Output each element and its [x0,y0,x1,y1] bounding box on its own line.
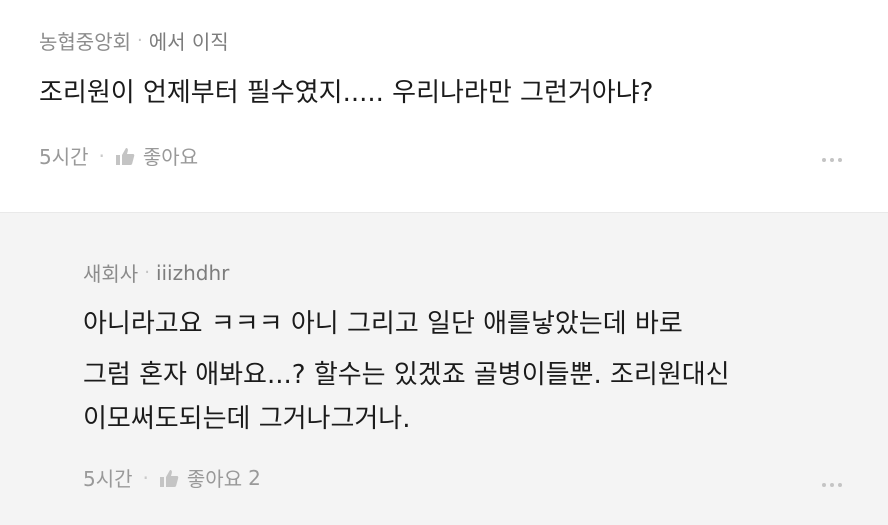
comment-card: 농협중앙회 · 에서 이직 조리원이 언제부터 필수였지..... 우리나라만 … [0,0,888,213]
reply-handle[interactable]: iiizhdhr [156,261,229,285]
reply-meta: 새회사 · iiizhdhr [83,258,229,287]
reply-time: 5시간 [83,467,133,491]
comment-author[interactable]: 농협중앙회 [39,26,131,55]
thumbs-up-icon [115,147,135,165]
comment-time: 5시간 [39,145,89,169]
like-button[interactable]: 좋아요 2 [159,463,261,492]
action-separator: · [98,143,105,168]
reply-text-line-3: 이모써도되는데 그거나그거나. [83,404,411,434]
reply-text-line-2: 그럼 혼자 애봐요...? 할수는 있겠죠 골병이들뿐. 조리원대신 [83,360,730,390]
more-dots-icon[interactable] [822,483,842,487]
thumbs-up-icon [159,469,179,487]
meta-separator: · [137,30,143,51]
comment-text: 조리원이 언제부터 필수였지..... 우리나라만 그런거아냐? [39,78,654,108]
reply-text-line-1: 아니라고요 ㅋㅋㅋ 아니 그리고 일단 애를낳았는데 바로 [83,309,683,339]
like-count: 2 [248,465,261,490]
like-label: 좋아요 [186,467,243,491]
like-button[interactable]: 좋아요 [115,141,198,170]
meta-separator: · [144,262,150,283]
reply-actions: 5시간 · 좋아요 2 [83,463,261,492]
like-label: 좋아요 [142,145,199,169]
more-dots-icon[interactable] [822,158,842,162]
comment-actions: 5시간 · 좋아요 [39,141,198,170]
reply-author[interactable]: 새회사 [83,258,138,287]
action-separator: · [142,465,149,490]
reply-card: 새회사 · iiizhdhr 아니라고요 ㅋㅋㅋ 아니 그리고 일단 애를낳았는… [0,213,888,525]
comment-meta: 농협중앙회 · 에서 이직 [39,26,229,55]
comment-handle[interactable]: 에서 이직 [149,26,229,55]
